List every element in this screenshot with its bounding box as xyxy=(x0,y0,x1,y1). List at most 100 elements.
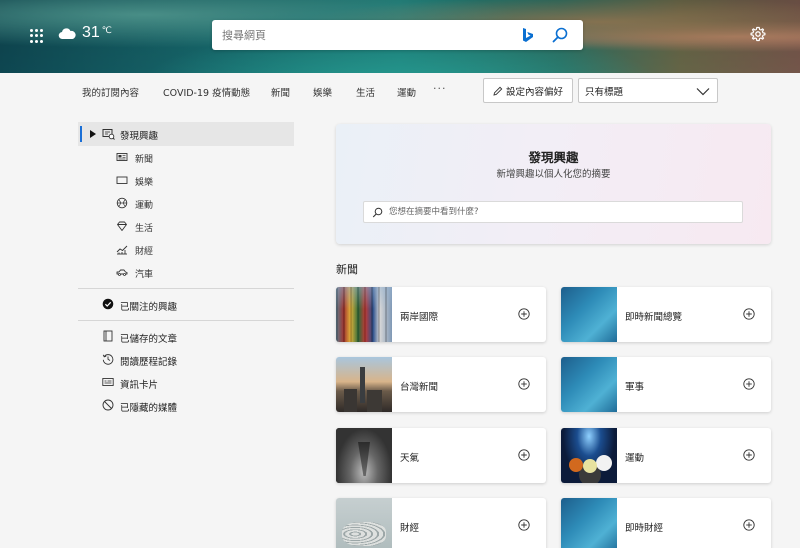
weather-widget[interactable]: 31 ℃ xyxy=(58,24,112,42)
layout-dropdown-value: 只有標題 xyxy=(585,86,624,98)
category-nav: 我的訂閱內容 COVID-19 疫情動態 新聞 娛樂 生活 運動 ··· 設定內… xyxy=(0,73,800,110)
search-icon xyxy=(372,207,383,217)
sidebar-item-label: 資訊卡片 xyxy=(120,380,159,391)
active-indicator xyxy=(80,126,82,142)
chevron-down-icon xyxy=(696,88,710,96)
topic-label: 天氣 xyxy=(400,453,420,464)
add-circle-icon[interactable] xyxy=(518,519,530,531)
topic-label: 運動 xyxy=(625,453,645,464)
topic-card-sports[interactable]: 運動 xyxy=(561,428,771,483)
newspaper-icon xyxy=(116,153,128,161)
sidebar-item-label: 新聞 xyxy=(135,155,154,165)
sidebar-item-autos[interactable]: 汽車 xyxy=(78,261,294,284)
sidebar-item-finance[interactable]: 財經 xyxy=(78,238,294,261)
sidebar-item-label: 財經 xyxy=(135,247,154,257)
temperature-unit: ℃ xyxy=(101,26,112,36)
sidebar-item-history[interactable]: 閱讀歷程記錄 xyxy=(78,348,294,371)
hero-title: 發現興趣 xyxy=(528,150,579,165)
tab-entertainment[interactable]: 娛樂 xyxy=(313,85,332,99)
sidebar-item-followed[interactable]: 已關注的興趣 xyxy=(78,293,294,316)
topic-thumbnail xyxy=(336,357,392,412)
car-icon xyxy=(116,269,128,276)
topic-label: 即時新聞總覽 xyxy=(625,312,683,323)
interest-search-input[interactable] xyxy=(383,202,742,222)
topic-label: 財經 xyxy=(400,523,420,534)
more-tabs-button[interactable]: ··· xyxy=(433,82,447,95)
sidebar-item-label: 汽車 xyxy=(135,270,154,280)
check-circle-icon xyxy=(102,298,114,310)
tab-lifestyle[interactable]: 生活 xyxy=(356,85,375,99)
sidebar-item-news[interactable]: 新聞 xyxy=(78,146,294,169)
layout-dropdown[interactable]: 只有標題 xyxy=(578,78,718,103)
add-circle-icon[interactable] xyxy=(518,449,530,461)
topic-thumbnail xyxy=(561,498,617,548)
section-title-news: 新聞 xyxy=(336,263,358,276)
topic-label: 兩岸國際 xyxy=(400,312,439,323)
add-circle-icon[interactable] xyxy=(743,519,755,531)
tab-my-feed[interactable]: 我的訂閱內容 xyxy=(82,85,139,99)
card-icon xyxy=(102,378,114,386)
add-circle-icon[interactable] xyxy=(743,308,755,320)
topic-thumbnail xyxy=(561,428,617,483)
gear-icon[interactable] xyxy=(750,26,766,42)
bookmark-icon xyxy=(103,330,113,342)
pencil-icon xyxy=(493,86,503,96)
search-icon[interactable] xyxy=(551,26,569,44)
block-icon xyxy=(102,399,114,411)
topic-thumbnail xyxy=(561,287,617,342)
sidebar-item-saved[interactable]: 已儲存的文章 xyxy=(78,325,294,348)
add-circle-icon[interactable] xyxy=(743,449,755,461)
chart-icon xyxy=(116,245,128,255)
web-search-box xyxy=(212,20,583,50)
sidebar-item-cards[interactable]: 資訊卡片 xyxy=(78,371,294,394)
sidebar-divider xyxy=(78,288,294,289)
ball-icon xyxy=(116,197,128,209)
caret-right-icon[interactable] xyxy=(90,130,96,138)
topic-card-breaking-news[interactable]: 即時新聞總覽 xyxy=(561,287,771,342)
discover-hero-card: 發現興趣 新增興趣以個人化您的摘要 xyxy=(336,124,771,244)
tv-icon xyxy=(116,176,128,184)
topic-card-live-finance[interactable]: 即時財經 xyxy=(561,498,771,548)
sidebar-item-hidden[interactable]: 已隱藏的媒體 xyxy=(78,394,294,417)
sidebar-item-sports[interactable]: 運動 xyxy=(78,192,294,215)
add-circle-icon[interactable] xyxy=(743,378,755,390)
temperature: 31 xyxy=(82,24,100,41)
tab-covid-19[interactable]: COVID-19 疫情動態 xyxy=(163,85,250,99)
sidebar-divider xyxy=(78,320,294,321)
sidebar-item-entertainment[interactable]: 娛樂 xyxy=(78,169,294,192)
bing-icon[interactable] xyxy=(521,27,535,43)
topic-thumbnail xyxy=(336,428,392,483)
web-search-input[interactable] xyxy=(212,20,521,50)
topic-card-cross-strait[interactable]: 兩岸國際 xyxy=(336,287,546,342)
tab-sports[interactable]: 運動 xyxy=(397,85,416,99)
sidebar-item-label: 閱讀歷程記錄 xyxy=(120,357,178,368)
add-circle-icon[interactable] xyxy=(518,308,530,320)
sidebar-item-lifestyle[interactable]: 生活 xyxy=(78,215,294,238)
hero-subtitle: 新增興趣以個人化您的摘要 xyxy=(496,169,611,180)
topic-card-finance[interactable]: 財經 xyxy=(336,498,546,548)
discover-icon xyxy=(102,129,115,140)
sidebar-item-label: 娛樂 xyxy=(135,178,154,188)
sidebar-item-label: 已關注的興趣 xyxy=(120,302,178,313)
diamond-icon xyxy=(117,221,127,231)
topic-thumbnail xyxy=(561,357,617,412)
sidebar-item-label: 生活 xyxy=(135,224,154,234)
tab-news[interactable]: 新聞 xyxy=(271,85,290,99)
topic-label: 即時財經 xyxy=(625,523,664,534)
topic-thumbnail xyxy=(336,498,392,548)
personalize-button[interactable]: 設定內容偏好 xyxy=(483,78,573,103)
topic-label: 台灣新聞 xyxy=(400,382,439,393)
topic-card-taiwan-news[interactable]: 台灣新聞 xyxy=(336,357,546,412)
cloud-icon xyxy=(58,28,76,40)
personalize-label: 設定內容偏好 xyxy=(505,86,563,98)
app-launcher-icon[interactable] xyxy=(30,29,44,43)
sidebar-item-label: 已儲存的文章 xyxy=(120,334,178,345)
topic-card-military[interactable]: 軍事 xyxy=(561,357,771,412)
sidebar-item-label: 發現興趣 xyxy=(120,131,159,142)
topic-thumbnail xyxy=(336,287,392,342)
add-circle-icon[interactable] xyxy=(518,378,530,390)
sidebar-item-discover[interactable]: 發現興趣 xyxy=(78,122,294,146)
topic-label: 軍事 xyxy=(625,382,645,393)
topic-card-weather[interactable]: 天氣 xyxy=(336,428,546,483)
sidebar: 發現興趣 新聞 娛樂 運動 生活 財經 汽車 已關注的興趣 已儲存的文章 閱讀歷… xyxy=(78,122,294,417)
